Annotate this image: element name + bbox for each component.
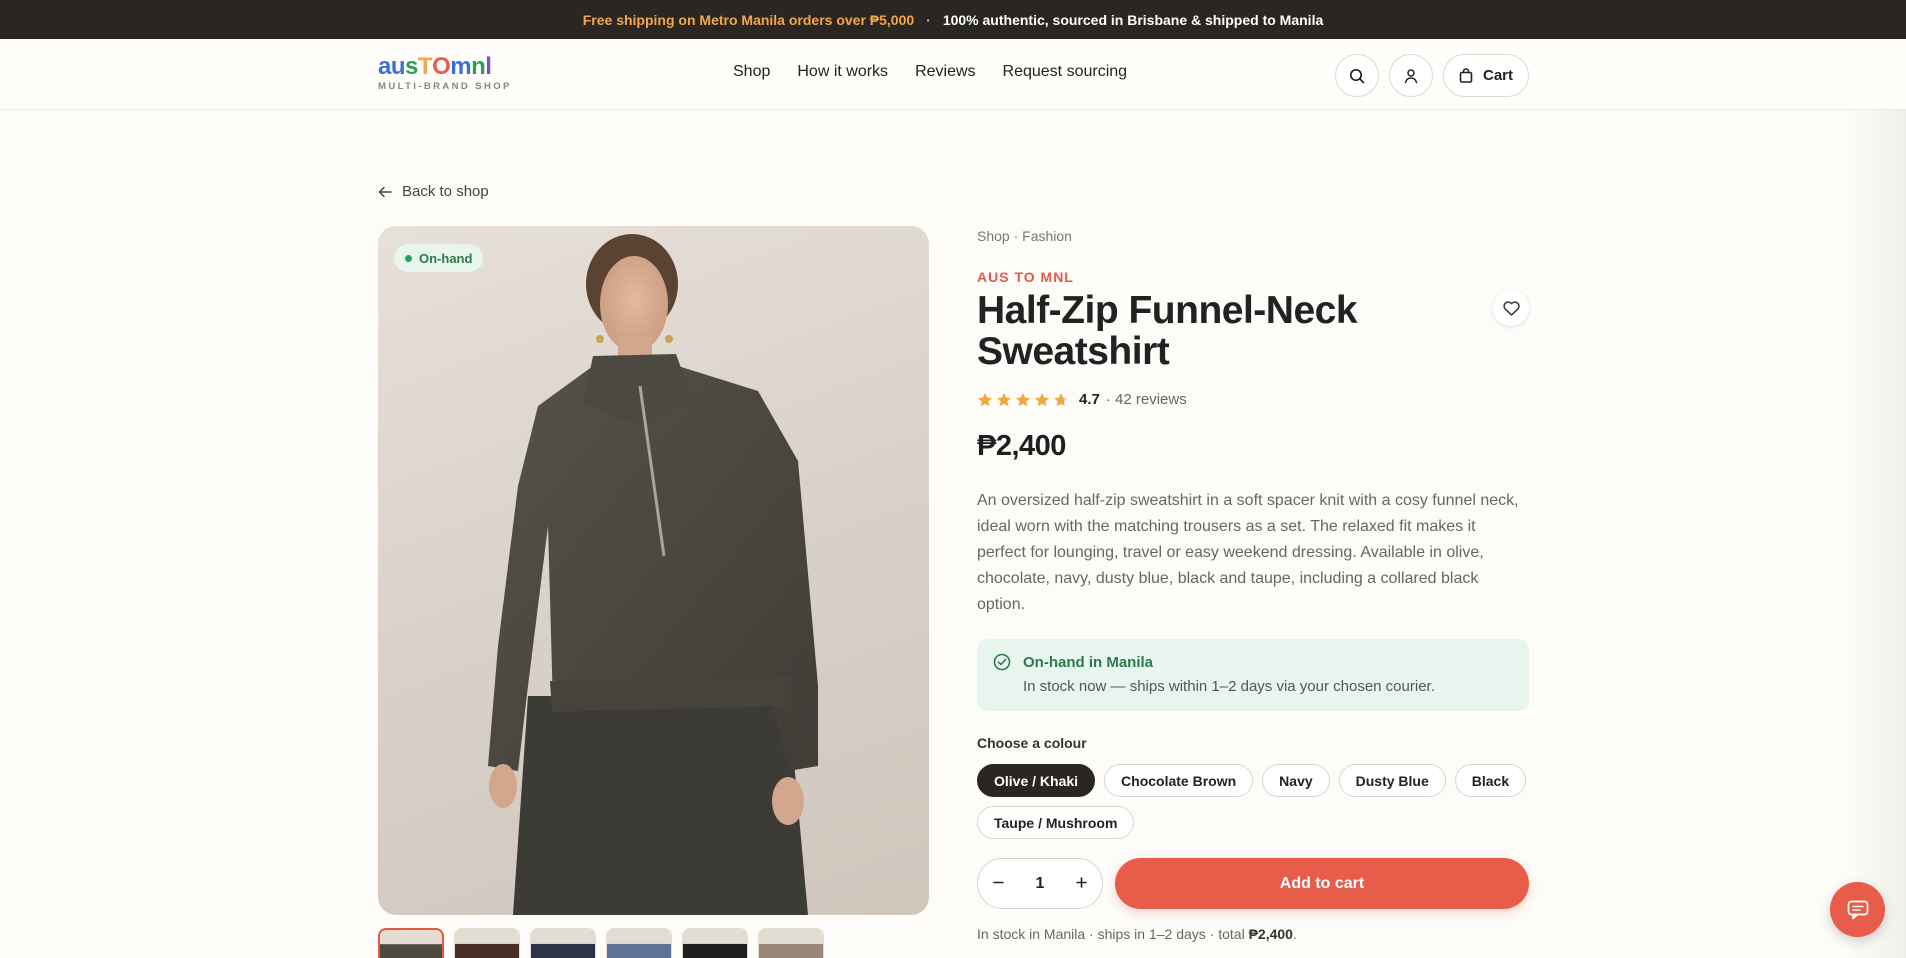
logo-letter: O: [432, 53, 451, 80]
purchase-summary-end: .: [1292, 926, 1297, 942]
plus-icon: [1076, 876, 1087, 888]
chat-button[interactable]: [1830, 882, 1885, 937]
logo-wordmark: ausTOmnl: [378, 53, 512, 80]
quantity-value[interactable]: 1: [1036, 875, 1045, 893]
page-edge-shade: [1846, 110, 1906, 958]
logo-letter: s: [405, 53, 418, 80]
purchase-total: ₱2,400: [1248, 926, 1293, 942]
star-icon: [1035, 392, 1049, 406]
quantity-stepper: 1: [977, 858, 1103, 909]
nav-how-it-works[interactable]: How it works: [797, 63, 888, 81]
nav-reviews[interactable]: Reviews: [915, 63, 975, 81]
announcement-separator: ·: [926, 11, 931, 28]
user-icon: [1404, 68, 1418, 83]
product-description: An oversized half-zip sweatshirt in a so…: [977, 492, 1519, 613]
colour-option[interactable]: Navy: [1262, 764, 1330, 797]
nav-request-sourcing[interactable]: Request sourcing: [1003, 63, 1128, 81]
increase-quantity-button[interactable]: [1076, 875, 1087, 893]
on-hand-badge: On-hand: [394, 244, 484, 272]
logo-letter: l: [485, 53, 492, 80]
colour-label: Choose a colour: [977, 735, 1087, 751]
product-thumbnail[interactable]: [682, 928, 748, 958]
star-icon: [997, 392, 1011, 406]
star-icon: [1054, 392, 1068, 406]
colour-options: Olive / Khaki Chocolate Brown Navy Dusty Bl…: [977, 764, 1532, 839]
purchase-summary-text: In stock in Manila · ships in 1–2 days ·…: [977, 926, 1249, 942]
logo-letter: T: [417, 53, 433, 80]
minus-icon: [993, 881, 1004, 883]
on-hand-badge-label: On-hand: [419, 250, 473, 266]
site-header: ausTOmnl MULTI-BRAND SHOP Shop How it wo…: [0, 39, 1906, 110]
colour-option[interactable]: Taupe / Mushroom: [977, 806, 1135, 839]
thumbnail-strip: [378, 928, 824, 958]
logo-letter: n: [471, 53, 486, 80]
review-count[interactable]: · 42 reviews: [1106, 391, 1187, 408]
logo-letter: m: [450, 53, 472, 80]
product-thumbnail[interactable]: [758, 928, 824, 958]
search-button[interactable]: [1335, 54, 1379, 97]
check-circle-icon: [993, 653, 1011, 671]
colour-option[interactable]: Chocolate Brown: [1104, 764, 1254, 797]
logo-letter: u: [390, 53, 406, 80]
stock-notice: On-hand in Manila In stock now — ships w…: [977, 639, 1529, 711]
logo-tagline: MULTI-BRAND SHOP: [378, 81, 512, 92]
back-to-shop-label: Back to shop: [402, 183, 489, 200]
purchase-summary: In stock in Manila · ships in 1–2 days ·…: [977, 926, 1297, 942]
stock-text: In stock now — ships within 1–2 days via…: [1023, 678, 1435, 695]
product-thumbnail[interactable]: [606, 928, 672, 958]
colour-option[interactable]: Black: [1454, 764, 1527, 797]
model-photo: [488, 234, 818, 915]
stock-title: On-hand in Manila: [1023, 654, 1153, 671]
announcement-authentic: 100% authentic, sourced in Brisbane & sh…: [942, 11, 1324, 28]
cart-label: Cart: [1482, 67, 1513, 84]
colour-option[interactable]: Olive / Khaki: [977, 764, 1096, 797]
bag-icon: [1459, 68, 1473, 83]
rating-value: 4.7: [1079, 391, 1100, 408]
cart-button[interactable]: Cart: [1443, 54, 1529, 97]
logo-letter: a: [378, 53, 391, 80]
star-icon: [978, 392, 992, 406]
heart-icon: [1502, 300, 1520, 316]
add-to-cart-button[interactable]: Add to cart: [1115, 858, 1529, 909]
product-thumbnail[interactable]: [530, 928, 596, 958]
nav-shop[interactable]: Shop: [733, 63, 770, 81]
star-icon: [1016, 392, 1030, 406]
product-image[interactable]: On-hand: [378, 226, 929, 915]
chat-icon: [1847, 900, 1868, 919]
account-button[interactable]: [1389, 54, 1433, 97]
product-title: Half-Zip Funnel-Neck Sweatshirt: [977, 289, 1358, 373]
product-thumbnail[interactable]: [454, 928, 520, 958]
rating-row: 4.7 · 42 reviews: [977, 391, 1187, 408]
star-rating: [977, 392, 1069, 408]
announcement-shipping: Free shipping on Metro Manila orders ove…: [582, 11, 915, 28]
colour-option[interactable]: Dusty Blue: [1338, 764, 1446, 797]
status-dot: [405, 254, 412, 262]
arrow-left-icon: [378, 186, 392, 197]
breadcrumb: Shop · Fashion: [977, 228, 1072, 244]
search-icon: [1349, 68, 1365, 83]
announcement-bar: Free shipping on Metro Manila orders ove…: [0, 0, 1906, 39]
product-thumbnail[interactable]: [378, 928, 444, 958]
back-to-shop-link[interactable]: Back to shop: [378, 183, 489, 200]
main-nav: Shop How it works Reviews Request sourci…: [733, 63, 1127, 81]
decrease-quantity-button[interactable]: [993, 875, 1004, 893]
product-price: ₱2,400: [977, 430, 1066, 462]
brand-label: AUS TO MNL: [977, 269, 1074, 285]
logo[interactable]: ausTOmnl MULTI-BRAND SHOP: [378, 53, 512, 93]
wishlist-button[interactable]: [1493, 290, 1529, 326]
